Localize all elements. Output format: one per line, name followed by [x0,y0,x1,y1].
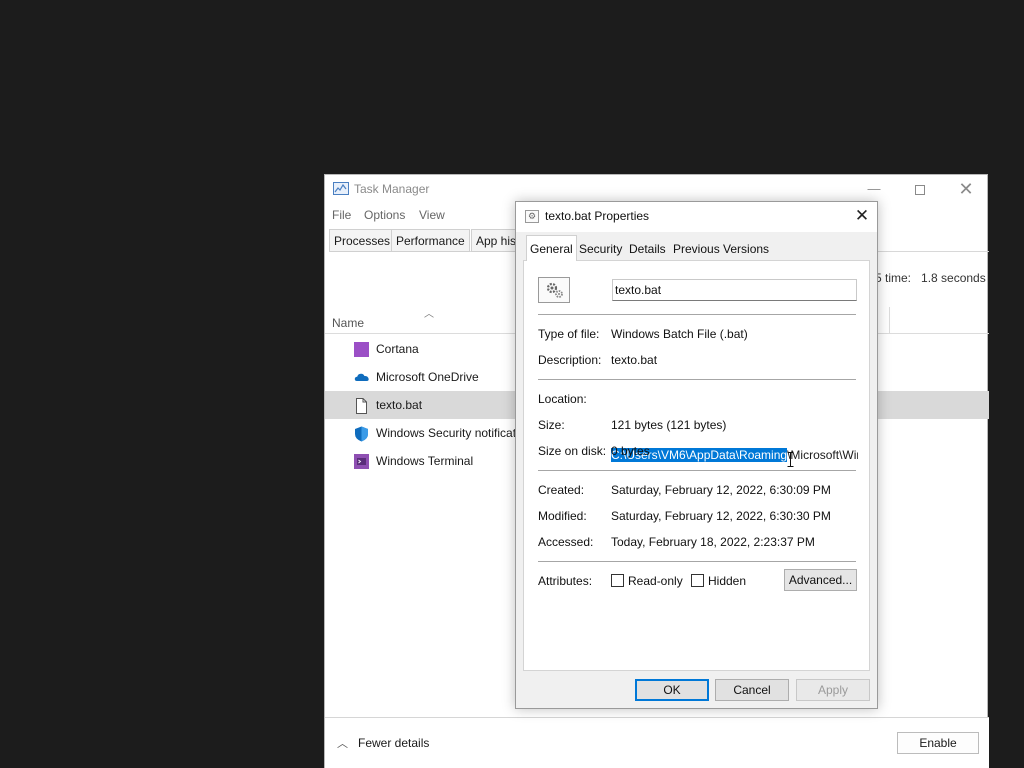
divider [538,470,856,471]
hidden-checkbox[interactable]: Hidden [691,574,746,588]
list-item-label: Microsoft OneDrive [376,370,479,384]
batch-file-icon [538,277,570,303]
size-value: 121 bytes (121 bytes) [611,418,727,432]
size-on-disk-value: 0 bytes [611,444,650,458]
cpu-time-label: 5 time: [875,271,912,285]
location-remaining-text: \Microsoft\Windo [787,448,858,462]
onedrive-cloud-icon [354,370,369,385]
read-only-label: Read-only [628,574,683,588]
tab-general[interactable]: General [526,235,577,261]
column-divider[interactable] [889,307,890,333]
checkbox-unchecked-icon [691,574,704,587]
created-value: Saturday, February 12, 2022, 6:30:09 PM [611,483,831,497]
list-item-label: Windows Terminal [376,454,474,468]
list-item-label: Cortana [376,342,419,356]
cpu-time-readout: 5 time: 1.8 seconds [875,271,986,285]
task-manager-title: Task Manager [354,182,430,196]
task-manager-app-icon [333,182,349,195]
size-on-disk-label: Size on disk: [538,444,607,458]
text-cursor-icon [787,452,794,467]
dialog-title: texto.bat Properties [545,209,650,223]
task-manager-titlebar[interactable]: Task Manager — ✕ [325,175,987,203]
description-label: Description: [538,353,602,367]
divider [538,379,856,380]
cpu-time-value: 1.8 seconds [921,271,986,285]
modified-value: Saturday, February 12, 2022, 6:30:30 PM [611,509,831,523]
tab-previous-versions[interactable]: Previous Versions [670,238,772,260]
accessed-label: Accessed: [538,535,594,549]
menu-options[interactable]: Options [364,208,405,222]
accessed-value: Today, February 18, 2022, 2:23:37 PM [611,535,815,549]
chevron-up-icon: ︿ [337,738,348,750]
close-icon[interactable]: ✕ [852,205,872,227]
shield-icon [354,426,369,442]
tab-performance[interactable]: Performance [391,229,470,252]
divider [538,561,856,562]
modified-label: Modified: [538,509,587,523]
advanced-button[interactable]: Advanced... [784,569,857,591]
task-manager-footer: ︿ Fewer details Enable [325,717,989,768]
file-name-field[interactable]: texto.bat [612,279,857,301]
cortana-icon [354,342,369,357]
column-header-name[interactable]: Name [332,316,364,330]
fewer-details-toggle[interactable]: ︿ Fewer details [337,735,429,751]
read-only-checkbox[interactable]: Read-only [611,574,683,588]
fewer-details-label: Fewer details [358,736,430,750]
tab-app-history[interactable]: App his [471,229,522,252]
description-value: texto.bat [611,353,658,367]
checkbox-unchecked-icon [611,574,624,587]
list-item-label: texto.bat [376,398,423,412]
tab-security[interactable]: Security [576,238,625,260]
tab-details[interactable]: Details [626,238,669,260]
size-label: Size: [538,418,565,432]
hidden-label: Hidden [708,574,747,588]
file-properties-icon: ⚙ [525,210,539,223]
menu-view[interactable]: View [419,208,445,222]
sort-ascending-icon: ︿ [424,309,434,320]
dialog-titlebar[interactable]: ⚙ texto.bat Properties ✕ [516,202,877,232]
menu-file[interactable]: File [332,208,351,222]
type-of-file-label: Type of file: [538,327,600,341]
location-label: Location: [538,392,587,406]
list-item-label: Windows Security notificat [376,426,517,440]
maximize-icon[interactable] [897,175,943,203]
terminal-icon [354,454,369,469]
enable-button[interactable]: Enable [897,732,979,754]
attributes-label: Attributes: [538,574,593,588]
tab-processes[interactable]: Processes [329,229,396,252]
minimize-icon[interactable]: — [851,175,897,203]
close-icon[interactable]: ✕ [943,175,989,203]
properties-dialog: ⚙ texto.bat Properties ✕ General Securit… [515,201,878,709]
document-icon [354,398,369,414]
general-tab-panel: texto.bat Type of file: Windows Batch Fi… [523,260,870,671]
ok-button[interactable]: OK [635,679,709,701]
created-label: Created: [538,483,585,497]
cancel-button[interactable]: Cancel [715,679,789,701]
apply-button[interactable]: Apply [796,679,870,701]
type-of-file-value: Windows Batch File (.bat) [611,327,748,341]
divider [538,314,856,315]
